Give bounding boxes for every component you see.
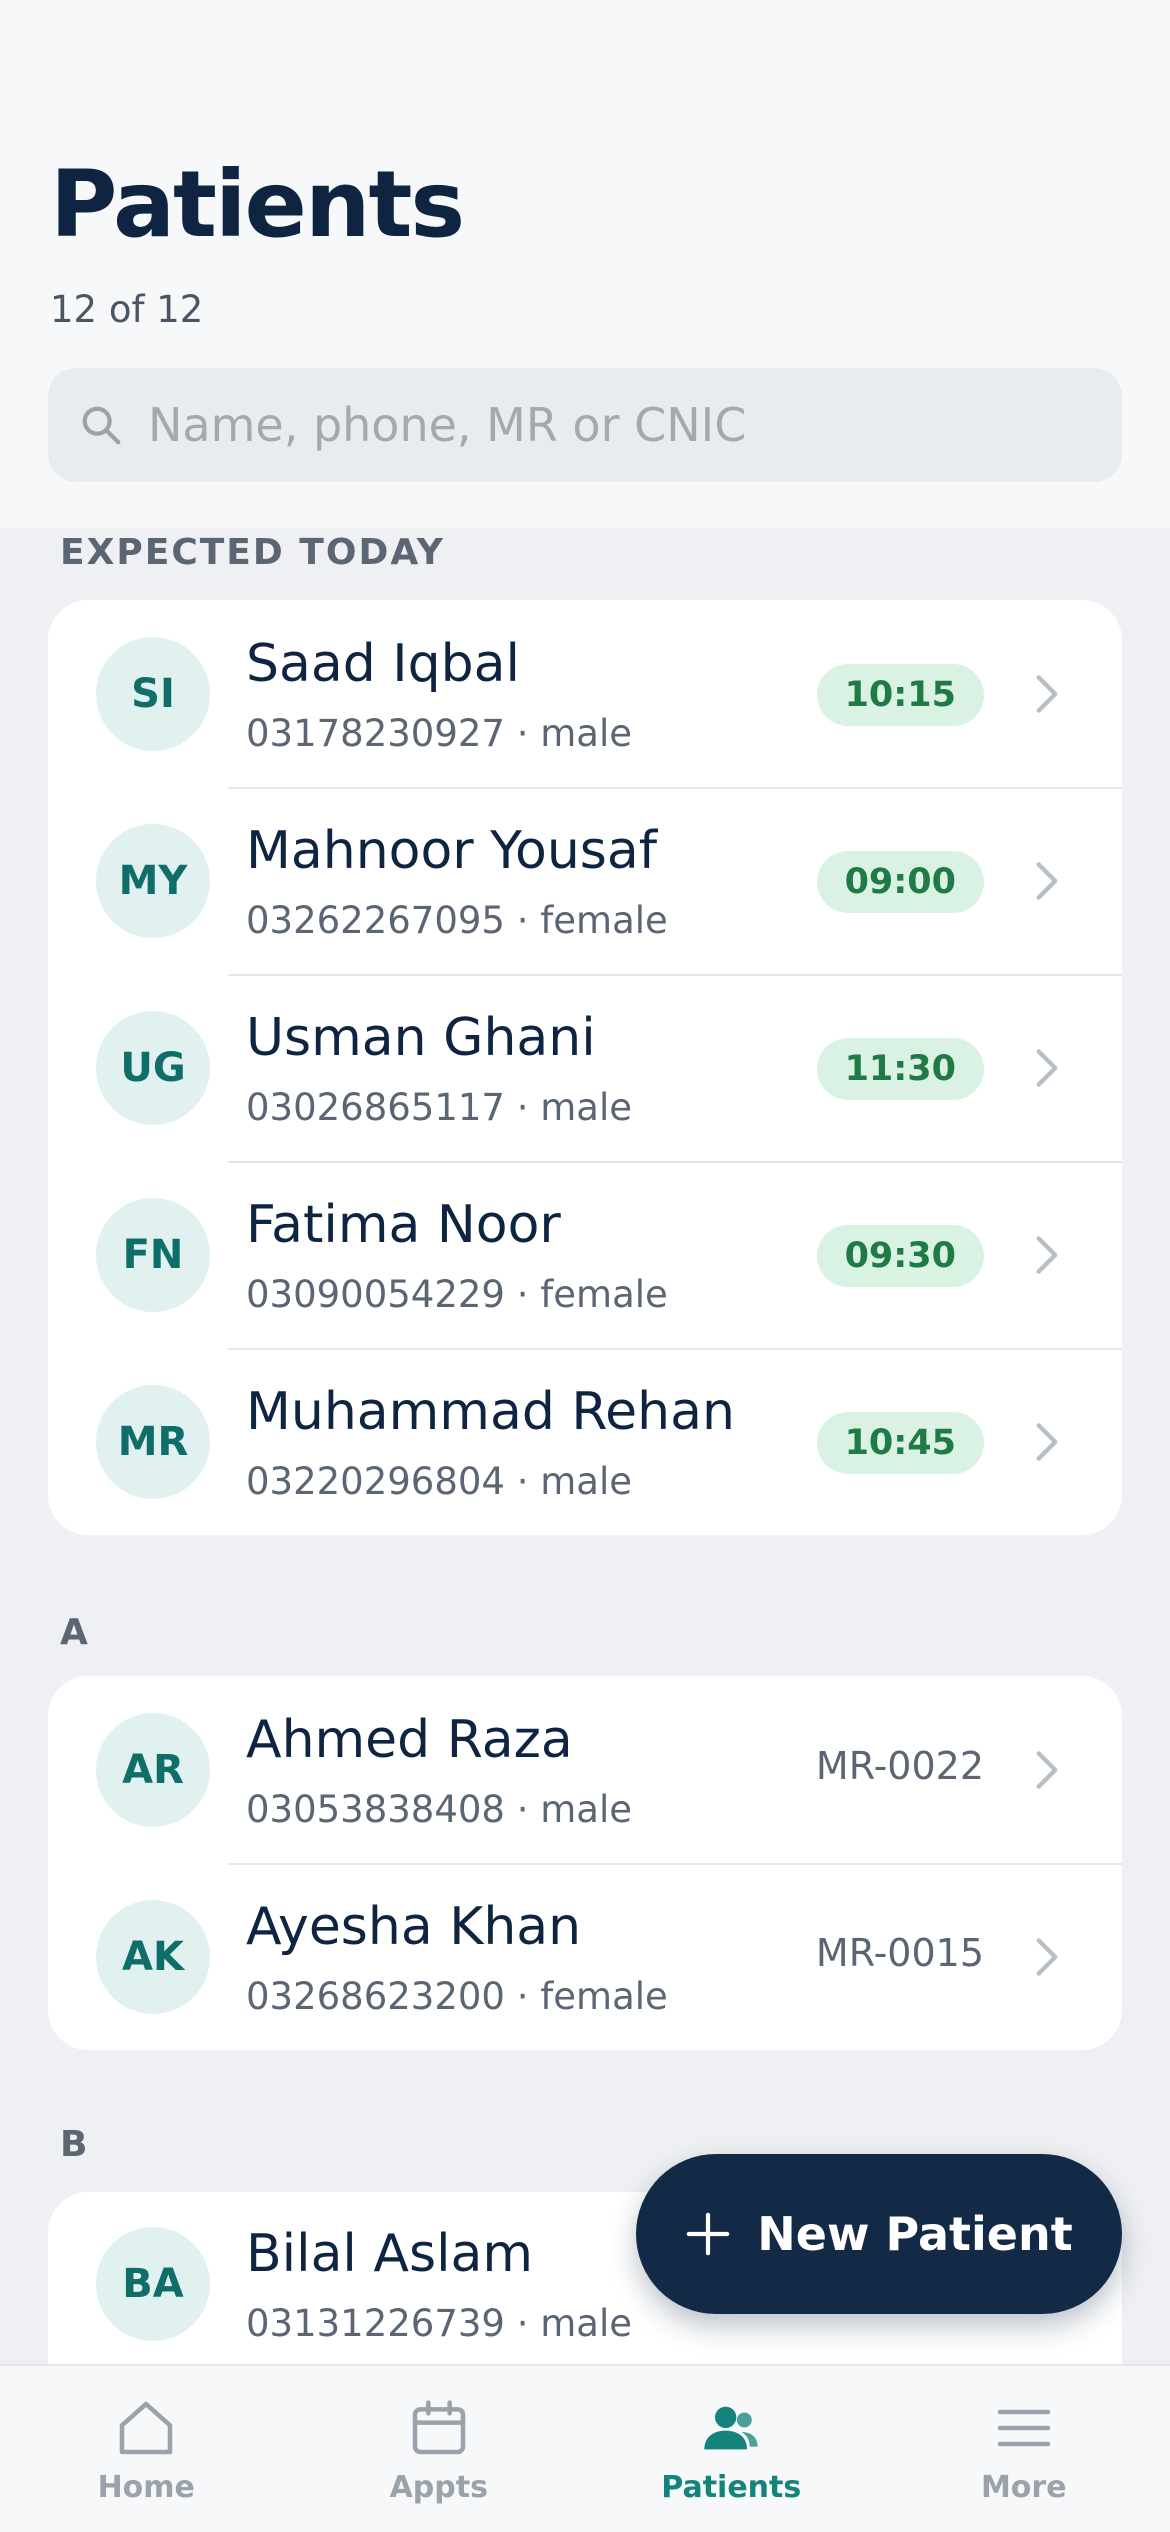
people-icon — [704, 2406, 758, 2450]
patient-gender: male — [540, 2302, 633, 2345]
patient-row[interactable]: SI Saad Iqbal 03178230927 · male 10:15 — [48, 600, 1122, 787]
chevron-right-icon — [1036, 1049, 1058, 1087]
section-label-b: B — [60, 2124, 90, 2165]
patient-name: Mahnoor Yousaf — [246, 821, 658, 881]
chevron-right-icon — [1036, 1751, 1058, 1789]
plus-icon — [687, 2212, 730, 2256]
patient-gender: male — [540, 1788, 633, 1831]
patient-name: Bilal Aslam — [246, 2224, 534, 2284]
tab-label: Appts — [389, 2470, 488, 2505]
home-icon — [119, 2401, 173, 2455]
patient-name: Fatima Noor — [246, 1195, 561, 1255]
avatar: MR — [96, 1385, 210, 1499]
appointment-time-badge: 10:45 — [816, 1412, 984, 1474]
patient-row[interactable]: AK Ayesha Khan 03268623200 · female MR-0… — [48, 1863, 1122, 2050]
patient-row[interactable]: MY Mahnoor Yousaf 03262267095 · female 0… — [48, 787, 1122, 974]
tab-patients[interactable]: Patients — [585, 2366, 878, 2532]
chevron-right-icon — [1036, 1423, 1058, 1461]
appointment-time-badge: 11:30 — [816, 1038, 984, 1100]
patient-row[interactable]: MR Muhammad Rehan 03220296804 · male 10:… — [48, 1348, 1122, 1535]
mr-number: MR-0022 — [815, 1744, 984, 1788]
patient-gender: female — [540, 899, 668, 942]
patient-phone: 03262267095 — [246, 899, 505, 942]
mr-number: MR-0015 — [815, 1931, 984, 1975]
chevron-right-icon — [1036, 1236, 1058, 1274]
patient-count: 12 of 12 — [50, 288, 204, 331]
new-patient-button[interactable]: New Patient — [636, 2154, 1122, 2314]
section-label-a: A — [60, 1612, 90, 1653]
chevron-right-icon — [1036, 862, 1058, 900]
patient-phone: 03090054229 — [246, 1273, 505, 1316]
patient-phone: 03178230927 — [246, 712, 505, 755]
appointment-time-badge: 09:00 — [816, 851, 984, 913]
search-icon — [82, 406, 121, 445]
avatar: UG — [96, 1011, 210, 1125]
search-input[interactable] — [148, 368, 1088, 482]
patient-details: 03026865117 · male — [246, 1086, 633, 1129]
patient-name: Saad Iqbal — [246, 634, 520, 694]
patient-name: Ayesha Khan — [246, 1897, 582, 1957]
avatar: MY — [96, 824, 210, 938]
chevron-right-icon — [1036, 675, 1058, 713]
patient-phone: 03053838408 — [246, 1788, 505, 1831]
header: Patients 12 of 12 — [0, 0, 1170, 528]
patient-gender: male — [540, 1086, 633, 1129]
menu-icon — [997, 2409, 1051, 2447]
patient-gender: female — [540, 1975, 668, 2018]
chevron-right-icon — [1036, 1938, 1058, 1976]
tab-label: More — [980, 2470, 1067, 2505]
expected-today-card: SI Saad Iqbal 03178230927 · male 10:15 M… — [48, 600, 1122, 1535]
avatar: AR — [96, 1713, 210, 1827]
patient-details: 03053838408 · male — [246, 1788, 633, 1831]
patient-details: 03131226739 · male — [246, 2302, 633, 2345]
patient-phone: 03268623200 — [246, 1975, 505, 2018]
patient-details: 03220296804 · male — [246, 1460, 633, 1503]
patient-name: Muhammad Rehan — [246, 1382, 735, 1442]
avatar: AK — [96, 1900, 210, 2014]
patient-name: Ahmed Raza — [246, 1710, 573, 1770]
patient-details: 03262267095 · female — [246, 899, 668, 942]
tab-home[interactable]: Home — [0, 2366, 293, 2532]
section-a-card: AR Ahmed Raza 03053838408 · male MR-0022… — [48, 1676, 1122, 2050]
calendar-icon — [412, 2400, 466, 2455]
avatar: SI — [96, 637, 210, 751]
patient-gender: female — [540, 1273, 668, 1316]
patient-row[interactable]: FN Fatima Noor 03090054229 · female 09:3… — [48, 1161, 1122, 1348]
appointment-time-badge: 09:30 — [816, 1225, 984, 1287]
page-title: Patients — [50, 151, 465, 258]
patient-phone: 03026865117 — [246, 1086, 505, 1129]
patient-details: 03268623200 · female — [246, 1975, 668, 2018]
patient-phone: 03220296804 — [246, 1460, 505, 1503]
avatar: FN — [96, 1198, 210, 1312]
section-label-expected-today: EXPECTED TODAY — [60, 532, 445, 573]
patient-phone: 03131226739 — [246, 2302, 505, 2345]
patient-details: 03090054229 · female — [246, 1273, 668, 1316]
tab-more[interactable]: More — [878, 2366, 1170, 2532]
patient-details: 03178230927 · male — [246, 712, 633, 755]
appointment-time-badge: 10:15 — [816, 664, 984, 726]
tab-label: Patients — [661, 2470, 802, 2505]
patient-name: Usman Ghani — [246, 1008, 596, 1068]
tab-label: Home — [97, 2470, 195, 2505]
tab-appts[interactable]: Appts — [293, 2366, 586, 2532]
patient-gender: male — [540, 712, 633, 755]
patient-row[interactable]: AR Ahmed Raza 03053838408 · male MR-0022 — [48, 1676, 1122, 1863]
patient-gender: male — [540, 1460, 633, 1503]
bottom-tab-bar: Home Appts Patients More — [0, 2364, 1170, 2532]
search-bar[interactable] — [48, 368, 1122, 482]
patient-row[interactable]: UG Usman Ghani 03026865117 · male 11:30 — [48, 974, 1122, 1161]
avatar: BA — [96, 2227, 210, 2341]
new-patient-label: New Patient — [757, 2207, 1073, 2261]
